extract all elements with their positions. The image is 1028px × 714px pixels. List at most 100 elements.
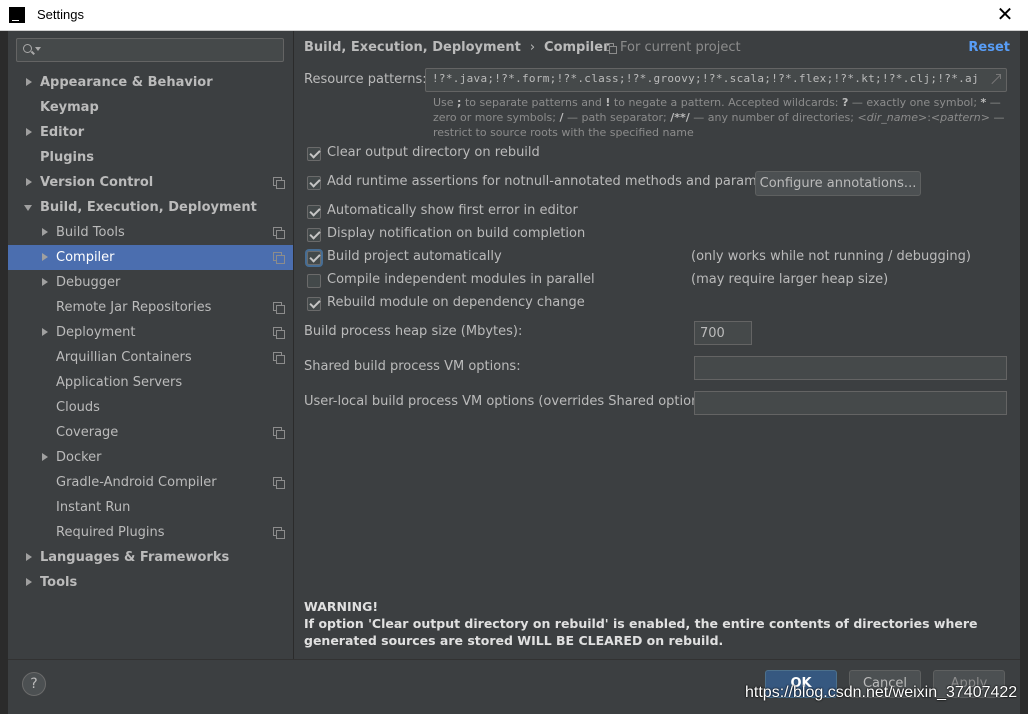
sidebar-item[interactable]: Required Plugins xyxy=(8,520,293,545)
chevron-right-icon[interactable] xyxy=(24,70,34,95)
background-ide-strip xyxy=(0,0,8,714)
breadcrumb: Build, Execution, Deployment › Compiler xyxy=(304,40,610,55)
show-first-error-label[interactable]: Automatically show first error in editor xyxy=(327,203,578,218)
sidebar-item[interactable]: Appearance & Behavior xyxy=(8,70,293,95)
sidebar-item-label: Instant Run xyxy=(56,500,131,515)
display-notification-checkbox[interactable] xyxy=(307,228,321,242)
sidebar-item-label: Coverage xyxy=(56,425,119,440)
sidebar-item-label: Tools xyxy=(40,575,78,590)
search-icon[interactable] xyxy=(22,42,41,58)
chevron-right-icon[interactable] xyxy=(24,170,34,195)
settings-search-input[interactable] xyxy=(43,41,279,59)
configure-annotations-button[interactable]: Configure annotations... xyxy=(755,171,921,196)
sidebar-item[interactable]: Clouds xyxy=(8,395,293,420)
sidebar-item-label: Editor xyxy=(40,125,85,140)
sidebar-item[interactable]: Build, Execution, Deployment xyxy=(8,195,293,220)
sidebar-item[interactable]: Compiler xyxy=(8,245,293,270)
sidebar-item-label: Keymap xyxy=(40,100,99,115)
user-vm-options-input[interactable] xyxy=(694,391,1007,415)
breadcrumb-current: Compiler xyxy=(544,40,610,55)
user-vm-options-label: User-local build process VM options (ove… xyxy=(304,394,716,409)
resource-patterns-field[interactable]: !?*.java;!?*.form;!?*.class;!?*.groovy;!… xyxy=(425,68,1007,92)
project-scope-icon xyxy=(273,427,285,439)
chevron-right-icon[interactable] xyxy=(24,545,34,570)
reset-link[interactable]: Reset xyxy=(968,40,1010,55)
sidebar-item[interactable]: Build Tools xyxy=(8,220,293,245)
project-scope-icon xyxy=(273,177,285,189)
heap-size-input[interactable] xyxy=(694,321,752,345)
project-scope-icon xyxy=(273,477,285,489)
chevron-down-icon[interactable] xyxy=(24,195,34,220)
clear-output-checkbox[interactable] xyxy=(307,147,321,161)
sidebar-item[interactable]: Application Servers xyxy=(8,370,293,395)
compile-parallel-label[interactable]: Compile independent modules in parallel xyxy=(327,272,595,287)
sidebar-item[interactable]: Instant Run xyxy=(8,495,293,520)
chevron-right-icon[interactable] xyxy=(40,320,50,345)
sidebar-item[interactable]: Remote Jar Repositories xyxy=(8,295,293,320)
runtime-assertions-label[interactable]: Add runtime assertions for notnull-annot… xyxy=(327,174,790,189)
resource-patterns-label: Resource patterns: xyxy=(304,72,427,87)
shared-vm-options-label: Shared build process VM options: xyxy=(304,359,521,374)
sidebar-item[interactable]: Docker xyxy=(8,445,293,470)
sidebar-item[interactable]: Version Control xyxy=(8,170,293,195)
sidebar-item-label: Gradle-Android Compiler xyxy=(56,475,217,490)
sidebar-item[interactable]: Tools xyxy=(8,570,293,595)
window-titlebar: Settings ✕ xyxy=(0,0,1028,31)
help-button[interactable]: ? xyxy=(22,672,46,696)
warning-title: WARNING! xyxy=(304,599,379,614)
build-automatically-note: (only works while not running / debuggin… xyxy=(691,249,971,264)
chevron-right-icon[interactable] xyxy=(40,270,50,295)
sidebar-item[interactable]: Editor xyxy=(8,120,293,145)
chevron-right-icon[interactable] xyxy=(40,220,50,245)
sidebar-item-label: Build, Execution, Deployment xyxy=(40,200,257,215)
close-icon[interactable]: ✕ xyxy=(994,3,1016,25)
clear-output-label[interactable]: Clear output directory on rebuild xyxy=(327,145,540,160)
project-scope-icon xyxy=(273,252,285,264)
rebuild-on-dependency-label[interactable]: Rebuild module on dependency change xyxy=(327,295,585,310)
chevron-right-icon[interactable] xyxy=(24,120,34,145)
sidebar-item-label: Build Tools xyxy=(56,225,125,240)
breadcrumb-separator: › xyxy=(529,40,536,55)
sidebar-item[interactable]: Languages & Frameworks xyxy=(8,545,293,570)
sidebar-item-label: Version Control xyxy=(40,175,154,190)
expand-icon[interactable] xyxy=(989,74,1001,86)
chevron-right-icon[interactable] xyxy=(40,245,50,270)
compile-parallel-note: (may require larger heap size) xyxy=(691,272,889,287)
sidebar-item-label: Plugins xyxy=(40,150,94,165)
show-first-error-checkbox[interactable] xyxy=(307,205,321,219)
resource-patterns-value[interactable]: !?*.java;!?*.form;!?*.class;!?*.groovy;!… xyxy=(432,72,979,85)
sidebar-item-label: Arquillian Containers xyxy=(56,350,192,365)
sidebar-item[interactable]: Debugger xyxy=(8,270,293,295)
sidebar-item[interactable]: Arquillian Containers xyxy=(8,345,293,370)
project-scope-icon xyxy=(273,352,285,364)
sidebar-item[interactable]: Deployment xyxy=(8,320,293,345)
shared-vm-options-input[interactable] xyxy=(694,356,1007,380)
sidebar-item-label: Application Servers xyxy=(56,375,183,390)
sidebar-item-label: Deployment xyxy=(56,325,136,340)
chevron-right-icon[interactable] xyxy=(24,570,34,595)
sidebar-item-label: Debugger xyxy=(56,275,121,290)
sidebar-item-label: Remote Jar Repositories xyxy=(56,300,212,315)
compile-parallel-checkbox[interactable] xyxy=(307,274,321,288)
clear-output-warning: WARNING! If option 'Clear output directo… xyxy=(304,598,1004,649)
project-scope-icon xyxy=(273,527,285,539)
settings-search-box[interactable] xyxy=(16,38,284,62)
sidebar-item-label: Languages & Frameworks xyxy=(40,550,230,565)
project-scope-icon xyxy=(606,43,617,54)
build-automatically-label[interactable]: Build project automatically xyxy=(327,249,502,264)
display-notification-label[interactable]: Display notification on build completion xyxy=(327,226,585,241)
sidebar-item-label: Clouds xyxy=(56,400,100,415)
compiler-settings-panel: Build, Execution, Deployment › Compiler Fo… xyxy=(294,31,1020,659)
sidebar-item-label: Appearance & Behavior xyxy=(40,75,213,90)
watermark-text: https://blog.csdn.net/weixin_37407422 xyxy=(745,684,1018,701)
sidebar-item[interactable]: Gradle-Android Compiler xyxy=(8,470,293,495)
warning-body: If option 'Clear output directory on reb… xyxy=(304,616,978,648)
intellij-app-icon xyxy=(9,7,25,23)
sidebar-item[interactable]: Keymap xyxy=(8,95,293,120)
build-automatically-checkbox[interactable] xyxy=(307,251,321,265)
sidebar-item[interactable]: Plugins xyxy=(8,145,293,170)
rebuild-on-dependency-checkbox[interactable] xyxy=(307,297,321,311)
runtime-assertions-checkbox[interactable] xyxy=(307,176,321,190)
chevron-right-icon[interactable] xyxy=(40,445,50,470)
sidebar-item[interactable]: Coverage xyxy=(8,420,293,445)
